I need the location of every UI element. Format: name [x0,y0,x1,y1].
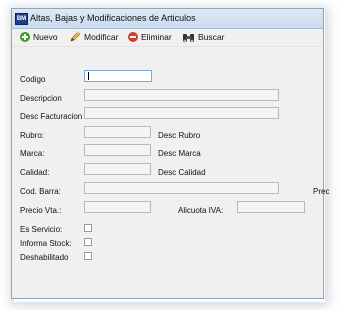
deshabilitado-checkbox[interactable] [84,252,92,260]
toolbar: Nuevo Modificar Eliminar Buscar [12,29,323,45]
text-caret [88,72,89,80]
es-servicio-label: Es Servicio: [20,225,63,234]
calidad-input[interactable] [84,163,151,175]
calidad-label: Calidad: [20,168,50,177]
marca-input[interactable] [84,144,151,156]
desc-facturacion-label: Desc Facturacion [20,112,83,121]
desc-calidad-label: Desc Calidad [158,168,206,177]
precio-vta-label: Precio Vta.: [20,206,62,215]
modificar-label: Modificar [84,32,119,42]
eliminar-label: Eliminar [141,32,172,42]
precio-vta-input[interactable] [84,201,151,213]
minus-circle-icon [128,32,138,42]
buscar-button[interactable]: Buscar [182,30,224,44]
articulos-window: BM Altas, Bajas y Modificaciones de Arti… [11,8,329,299]
precio-label-truncated: Prec [313,187,330,196]
binoculars-icon [183,33,194,42]
cod-barra-label: Cod. Barra: [20,187,61,196]
modificar-button[interactable]: Modificar [69,30,118,44]
informa-stock-label: Informa Stock: [20,239,72,248]
descripcion-input[interactable] [84,89,279,101]
marca-label: Marca: [20,149,45,158]
codigo-label: Codigo [20,75,46,84]
plus-circle-icon [20,32,30,42]
descripcion-label: Descripcion [20,94,62,103]
form-panel: Codigo Descripcion Desc Facturacion Rubr… [12,46,329,298]
alicuota-iva-input[interactable] [237,201,305,213]
alicuota-iva-label: Alicuota IVA: [178,206,224,215]
desc-marca-label: Desc Marca [158,149,201,158]
eliminar-button[interactable]: Eliminar [128,30,172,44]
pencil-icon [70,31,81,42]
cod-barra-input[interactable] [84,182,279,194]
desc-rubro-label: Desc Rubro [158,131,201,140]
desc-facturacion-input[interactable] [84,107,279,119]
nuevo-label: Nuevo [33,32,58,42]
informa-stock-checkbox[interactable] [84,238,92,246]
title-bar[interactable]: BM Altas, Bajas y Modificaciones de Arti… [12,9,323,29]
codigo-input[interactable] [84,70,152,82]
es-servicio-checkbox[interactable] [84,224,92,232]
nuevo-button[interactable]: Nuevo [20,30,58,44]
deshabilitado-label: Deshabilitado [20,253,69,262]
window-title: Altas, Bajas y Modificaciones de Articul… [30,13,196,23]
app-icon: BM [15,13,28,25]
rubro-input[interactable] [84,126,151,138]
rubro-label: Rubro: [20,131,45,140]
buscar-label: Buscar [198,32,225,42]
